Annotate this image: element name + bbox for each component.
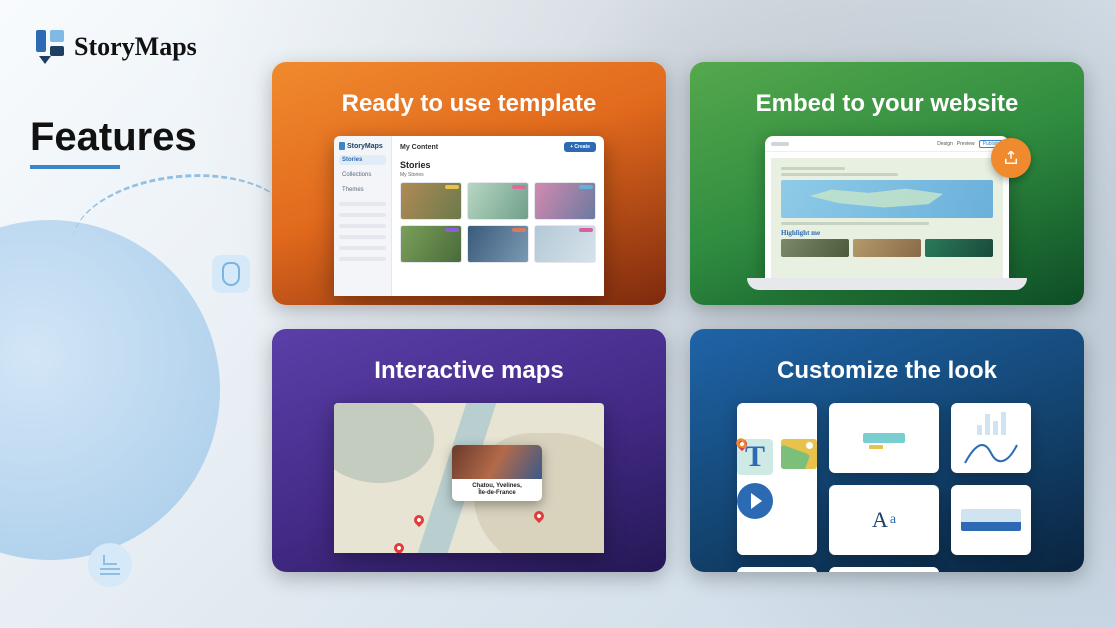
feature-grid: Ready to use template StoryMaps Stories … (272, 62, 1084, 602)
embed-screen: Design Preview Publish Highlight me (765, 136, 1009, 278)
sidebar-item-stories: Stories (339, 155, 386, 165)
tile-chart-icon (951, 403, 1031, 473)
template-thumbnails (400, 182, 596, 263)
tile-partial (829, 567, 939, 572)
feature-card-maps: Interactive maps Chatou, Yvelines, Île-d… (272, 329, 666, 572)
map-popup-image (452, 445, 542, 479)
story-thumbnail (400, 225, 462, 263)
decorative-text-badge (88, 543, 132, 587)
toolbar-item-design: Design (937, 141, 953, 147)
brand-logo-mark (36, 30, 64, 64)
map-popup: Chatou, Yvelines, Île-de-France (452, 445, 542, 501)
sidebar-item-collections: Collections (339, 170, 386, 180)
embed-toolbar: Design Preview Publish (765, 136, 1009, 152)
feature-card-title: Customize the look (777, 357, 997, 385)
brand-logo: StoryMaps (36, 30, 197, 64)
font-sample-upper: A (872, 507, 888, 533)
embed-highlight-label: Highlight me (781, 229, 993, 237)
template-section-title: Stories (400, 160, 596, 170)
map-pin-icon (392, 541, 406, 553)
story-thumbnail (467, 225, 529, 263)
feature-card-template: Ready to use template StoryMaps Stories … (272, 62, 666, 305)
page-title: Features (30, 115, 197, 160)
embed-page: Highlight me (771, 158, 1003, 278)
customize-tiles: T Aa (737, 403, 1037, 563)
story-thumbnail (467, 182, 529, 220)
feature-card-title: Embed to your website (756, 90, 1019, 118)
embed-map-image (781, 180, 993, 218)
page-title-underline (30, 165, 120, 169)
story-thumbnail (534, 182, 596, 220)
template-main: My Content + Create Stories My Stories (392, 136, 604, 296)
tile-partial (737, 567, 817, 572)
embed-laptop: Design Preview Publish Highlight me (747, 136, 1027, 296)
interactive-map-preview: Chatou, Yvelines, Île-de-France (334, 403, 604, 553)
tile-media-iconset: T (737, 403, 817, 555)
feature-card-title: Interactive maps (374, 357, 563, 385)
feature-card-title: Ready to use template (342, 90, 597, 118)
map-popup-region: Île-de-France (455, 490, 539, 497)
template-dashboard-preview: StoryMaps Stories Collections Themes My … (334, 136, 604, 296)
sidebar-item-themes: Themes (339, 185, 386, 195)
tile-font-sample: Aa (829, 485, 939, 555)
template-sidebar: StoryMaps Stories Collections Themes (334, 136, 392, 296)
decorative-pin-badge (212, 255, 250, 293)
feature-card-embed: Embed to your website Design Preview Pub… (690, 62, 1084, 305)
brand-name: StoryMaps (74, 32, 197, 62)
image-icon (781, 439, 817, 469)
share-icon (991, 138, 1031, 178)
map-pin-icon (412, 513, 426, 527)
toolbar-item-preview: Preview (957, 141, 975, 147)
feature-card-customize: Customize the look T Aa (690, 329, 1084, 572)
tile-separator-icon (829, 403, 939, 473)
font-sample-lower: a (890, 512, 896, 528)
story-thumbnail (400, 182, 462, 220)
template-mini-logo: StoryMaps (339, 142, 386, 150)
template-section-sub: My Stories (400, 172, 596, 178)
create-button: + Create (564, 142, 596, 152)
template-nav-header: My Content (400, 144, 438, 151)
laptop-base (747, 278, 1027, 290)
tile-color-swatch (951, 485, 1031, 555)
play-icon (737, 483, 773, 519)
story-thumbnail (534, 225, 596, 263)
